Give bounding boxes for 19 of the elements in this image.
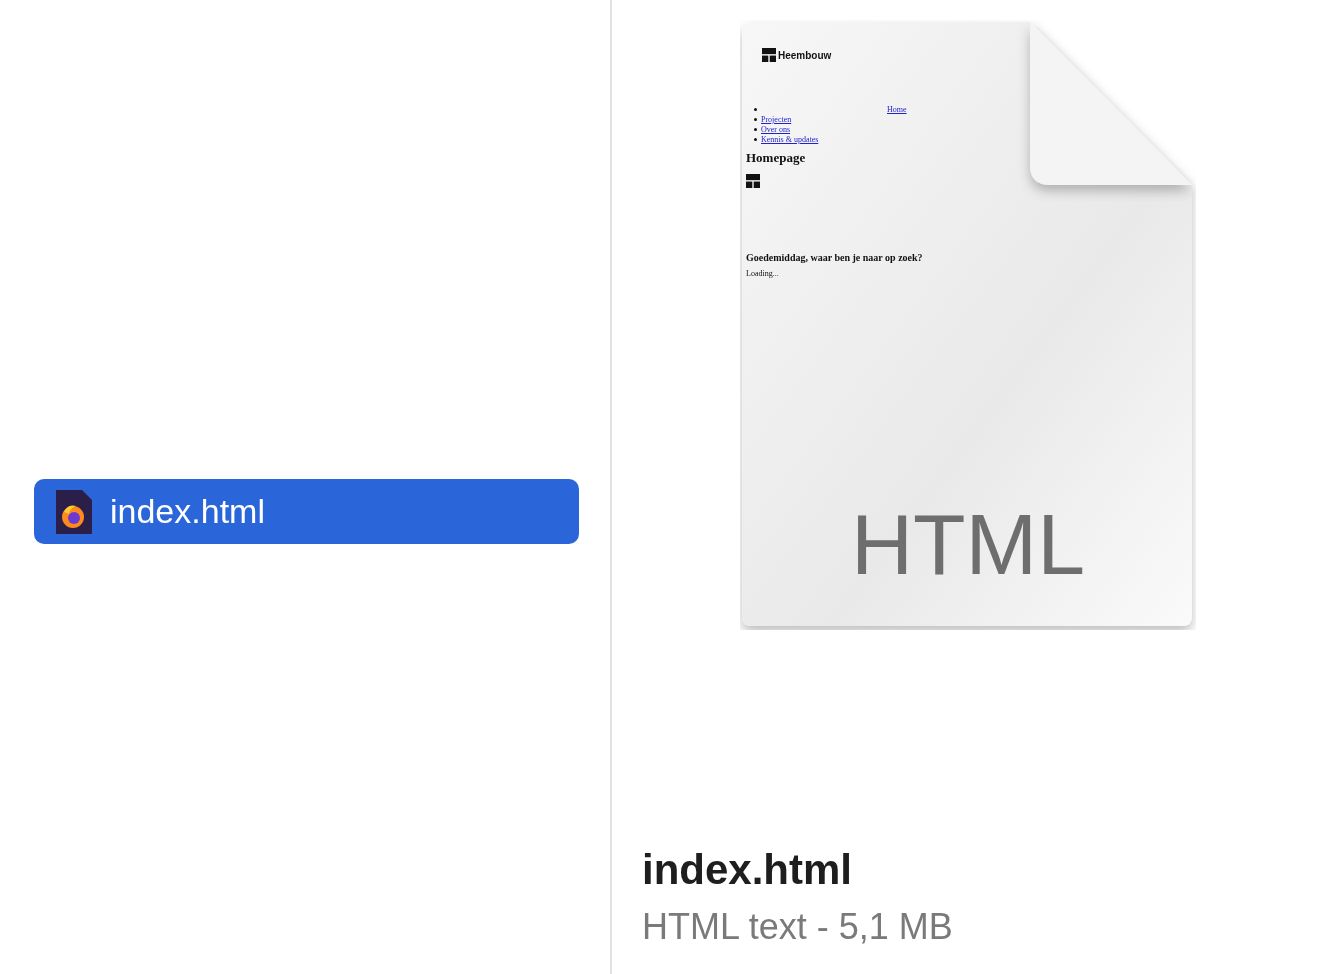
bullet-icon xyxy=(754,127,757,131)
file-info: HTML text - 5,1 MB xyxy=(642,906,954,948)
loading-text: Loading... xyxy=(746,269,780,278)
nav-link[interactable]: Projecten xyxy=(761,114,792,124)
greeting-heading: Goedemiddag, waar ben je naar op zoek? xyxy=(746,252,924,263)
bullet-icon xyxy=(754,107,757,111)
file-list-item[interactable]: index.html xyxy=(34,479,579,544)
file-name: index.html xyxy=(642,846,854,894)
bullet-icon xyxy=(754,117,757,121)
logo-icon xyxy=(746,174,760,188)
page-heading: Homepage xyxy=(746,150,807,166)
logo-text: Heembouw xyxy=(778,49,832,61)
bullet-icon xyxy=(754,137,757,141)
logo-icon xyxy=(762,48,776,62)
nav-link[interactable]: Over ons xyxy=(761,124,791,134)
file-type-label: HTML xyxy=(849,495,1087,594)
nav-link[interactable]: Kennis & updates xyxy=(761,134,819,144)
firefox-file-icon xyxy=(56,489,92,534)
nav-link[interactable]: Home xyxy=(887,104,907,114)
